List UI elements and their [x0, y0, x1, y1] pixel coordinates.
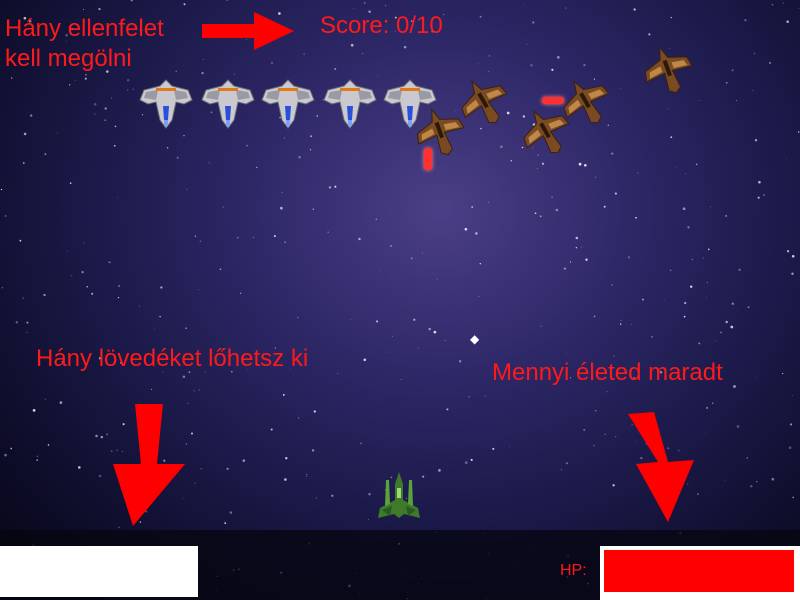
annotation-enemies-line1: Hány ellenfelet: [5, 15, 164, 42]
enemy-laser: [424, 148, 432, 170]
annotation-ammo: Hány lövedéket lőhetsz ki: [36, 345, 309, 372]
hp-bar-fill: [604, 550, 794, 592]
player-ship: [378, 472, 420, 518]
hp-label: HP:: [560, 562, 587, 579]
annotation-enemies-count: Hány ellenfelet kell megölni: [5, 14, 164, 74]
down-arrow-icon: [628, 412, 694, 522]
enemy-laser: [542, 97, 564, 104]
down-arrow-icon: [113, 404, 185, 526]
ammo-bar: [0, 546, 198, 597]
formation-ship: [200, 76, 256, 137]
annotation-enemies-line2: kell megölni: [5, 45, 132, 72]
enemy-ship: [414, 106, 466, 163]
formation-ship: [322, 76, 378, 137]
enemy-ship: [560, 76, 612, 133]
score-text: Score: 0/10: [320, 12, 443, 39]
formation-ship: [260, 76, 316, 137]
enemy-ship: [642, 44, 694, 101]
annotation-lives: Mennyi életed maradt: [492, 359, 723, 386]
formation-ship: [138, 76, 194, 137]
sparkle-star-icon: ◆: [470, 332, 480, 346]
right-arrow-icon: [202, 12, 294, 50]
